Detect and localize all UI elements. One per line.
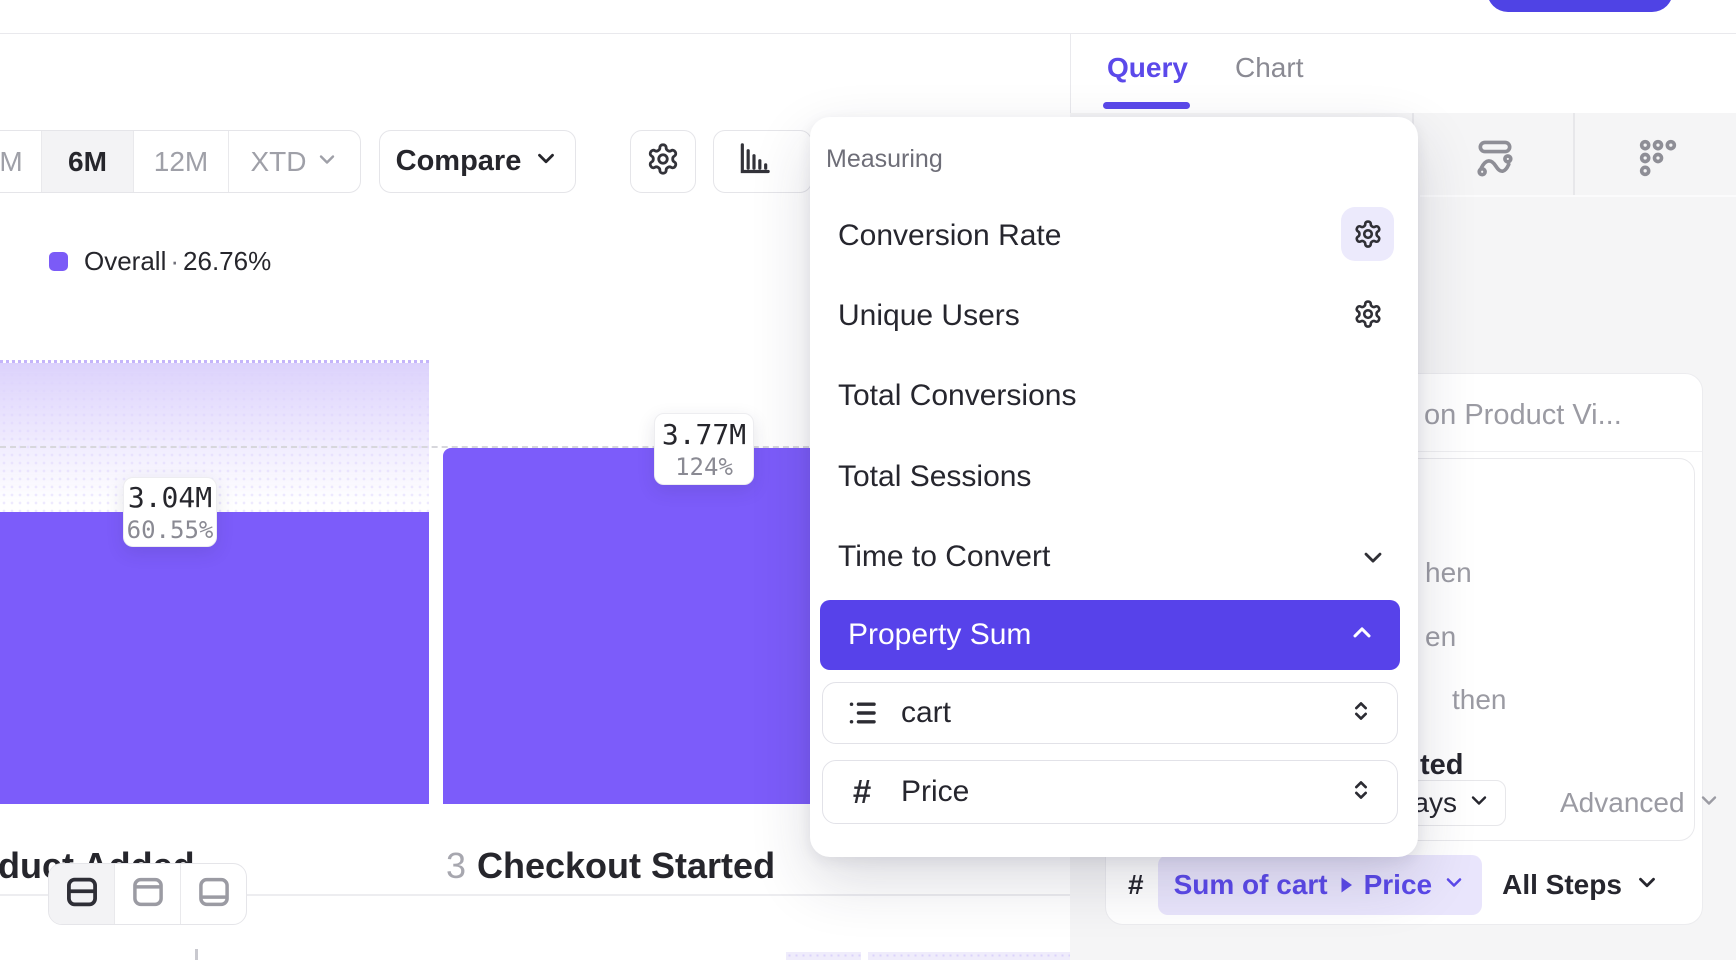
tab-query[interactable]: Query	[1107, 52, 1188, 84]
flows-icon[interactable]	[1473, 136, 1517, 185]
layout-split-bottom-button[interactable]	[181, 864, 246, 924]
chevron-down-icon	[1697, 787, 1721, 819]
menu-item-property-sum-selected[interactable]: Property Sum	[820, 600, 1400, 670]
step-row-fragment: hen	[1425, 557, 1472, 589]
chevron-down-icon	[1442, 869, 1466, 901]
menu-item-unique-users[interactable]: Unique Users	[838, 299, 1020, 333]
range-option-label: XTD	[251, 146, 307, 178]
range-option-m[interactable]: M	[0, 131, 42, 192]
chip-prefix: Sum of cart	[1174, 869, 1328, 901]
legend-value: 26.76%	[183, 246, 271, 276]
icon-cell-divider	[1573, 113, 1575, 196]
legend-series: Overall	[84, 246, 166, 276]
funnel-bar-product-added[interactable]	[0, 512, 429, 804]
bar-value: 3.04M	[128, 481, 212, 514]
range-option-12m[interactable]: 12M	[134, 131, 229, 192]
property-sum-chip[interactable]: Sum of cart Price	[1158, 855, 1483, 915]
step-row-fragment-bold: ted	[1420, 749, 1464, 782]
compare-button[interactable]: Compare	[379, 130, 576, 193]
dots-grid-icon[interactable]	[1636, 136, 1680, 185]
panel-split-top-icon	[130, 876, 166, 913]
hash-icon: #	[1128, 869, 1144, 901]
up-down-chevrons-icon	[1347, 697, 1375, 730]
bar-percent: 124%	[675, 453, 733, 481]
panel-split-bottom-icon	[196, 876, 232, 913]
panel-divider	[1070, 33, 1071, 113]
dropdown-title: Measuring	[826, 145, 943, 174]
gear-icon	[646, 142, 680, 181]
up-down-chevrons-icon	[1347, 776, 1375, 809]
conversion-window-button[interactable]: lays	[1410, 780, 1506, 826]
property-name-select[interactable]: # Price	[822, 760, 1398, 824]
primary-action-button[interactable]	[1487, 0, 1673, 12]
property-entity-select[interactable]: cart	[822, 682, 1398, 744]
menu-item-total-conversions[interactable]: Total Conversions	[838, 379, 1076, 413]
layout-split-middle-button[interactable]	[49, 864, 115, 924]
chart-settings-button[interactable]	[630, 130, 696, 193]
menu-item-conversion-rate[interactable]: Conversion Rate	[838, 219, 1061, 253]
topbar-divider	[0, 33, 1736, 34]
chevron-down-icon	[533, 145, 559, 179]
gear-icon[interactable]	[1353, 299, 1383, 334]
layout-split-top-button[interactable]	[115, 864, 181, 924]
legend-swatch	[49, 252, 68, 271]
layout-toggle-group	[48, 863, 247, 925]
chevron-down-icon	[1467, 787, 1491, 819]
funnel-bar-checkout-started[interactable]	[443, 448, 872, 804]
property-sum-label: Property Sum	[848, 618, 1031, 652]
date-range-segmented-control: M 6M 12M XTD	[0, 130, 361, 193]
caret-right-icon	[1338, 869, 1354, 901]
measurement-row: # Sum of cart Price All Steps	[1128, 855, 1660, 915]
list-icon	[845, 696, 879, 730]
bar-value: 3.77M	[662, 418, 746, 451]
bar-percent: 60.55%	[127, 516, 214, 544]
measuring-dropdown: Measuring Conversion Rate Unique Users T…	[810, 117, 1418, 857]
range-option-label: M	[0, 146, 23, 178]
tab-chart[interactable]: Chart	[1235, 52, 1303, 84]
compare-label: Compare	[396, 145, 522, 178]
bar-value-tooltip: 3.04M 60.55%	[123, 477, 217, 547]
all-steps-selector[interactable]: All Steps	[1502, 869, 1660, 902]
bar-value-tooltip: 3.77M 124%	[654, 413, 754, 485]
funnel-bars-icon	[734, 139, 774, 184]
chevron-down-icon[interactable]	[1359, 543, 1387, 576]
advanced-label: Advanced	[1560, 787, 1685, 819]
gear-icon[interactable]	[1353, 219, 1383, 254]
icon-row-edge	[1420, 195, 1736, 197]
chevron-down-icon	[315, 146, 339, 178]
legend-separator: ·	[166, 246, 183, 276]
axis-tick	[195, 949, 198, 960]
hash-icon: #	[845, 773, 879, 811]
chevron-up-icon	[1348, 619, 1376, 652]
entity-value: cart	[901, 696, 1347, 730]
legend: Overall·26.76%	[49, 246, 271, 277]
app-window: M 6M 12M XTD Compare Overall·26.76% 3.04…	[0, 0, 1736, 960]
chevron-down-icon	[1634, 869, 1660, 902]
bar-gap	[861, 952, 868, 960]
chip-property: Price	[1364, 869, 1433, 901]
menu-item-total-sessions[interactable]: Total Sessions	[838, 460, 1031, 494]
menu-item-time-to-convert[interactable]: Time to Convert	[838, 540, 1050, 574]
property-value: Price	[901, 775, 1347, 809]
step-row-fragment: en	[1425, 621, 1456, 653]
range-option-label: 6M	[68, 146, 107, 178]
advanced-button[interactable]: Advanced	[1560, 787, 1721, 819]
range-option-label: 12M	[154, 146, 208, 178]
step-number: 3	[446, 845, 466, 887]
panel-split-middle-icon	[64, 876, 100, 913]
next-row-bar-sliver	[786, 952, 1070, 960]
range-option-xtd[interactable]: XTD	[229, 131, 360, 192]
legend-label: Overall·26.76%	[84, 246, 271, 277]
card-title-truncated: on Product Vi...	[1424, 399, 1622, 432]
active-tab-underline	[1103, 102, 1190, 109]
chart-type-button[interactable]	[713, 130, 812, 193]
step-row-fragment: then	[1452, 684, 1507, 716]
all-steps-label: All Steps	[1502, 869, 1622, 901]
step-label-checkout-started: Checkout Started	[477, 845, 775, 887]
range-option-6m[interactable]: 6M	[42, 131, 134, 192]
